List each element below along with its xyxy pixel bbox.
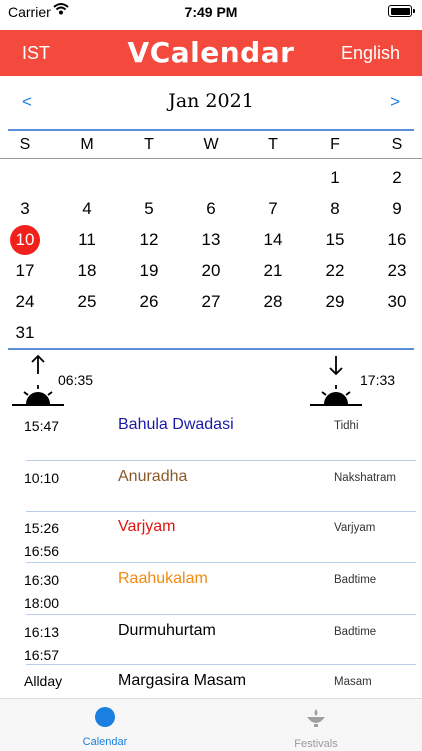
divider [0, 158, 422, 159]
divider [26, 460, 416, 461]
calendar-day[interactable]: 9 [377, 195, 417, 223]
calendar-day[interactable]: 11 [67, 226, 107, 254]
tab-label: Festivals [294, 738, 338, 750]
app-header: IST VCalendar English [0, 30, 422, 76]
event-name: Bahula Dwadasi [118, 416, 234, 433]
event-name: Varjyam [118, 518, 176, 535]
calendar-tab-icon [95, 707, 115, 727]
weekday-label: T [268, 136, 278, 153]
event-type: Masam [334, 676, 372, 688]
event-time-start: 16:13 [24, 624, 60, 640]
weekday-label: S [19, 136, 31, 153]
calendar-day[interactable]: 18 [67, 257, 107, 285]
event-type: Badtime [334, 574, 377, 586]
month-navigator: < Jan 2021 > [0, 88, 422, 118]
calendar-day[interactable]: 31 [5, 319, 45, 347]
battery-icon [388, 5, 415, 17]
event-type: Nakshatram [334, 472, 396, 484]
event-type: Varjyam [334, 522, 376, 534]
calendar-day-today[interactable]: 10 [5, 225, 45, 255]
list-item[interactable]: 16:13 16:57 Durmuhurtam Badtime [0, 622, 422, 668]
tab-calendar[interactable]: Calendar [45, 707, 165, 748]
calendar-day[interactable]: 14 [253, 226, 293, 254]
sunrise-icon [12, 352, 64, 413]
tab-label: Calendar [82, 736, 128, 748]
sun-times: 06:35 17:33 [0, 350, 422, 410]
list-item[interactable]: 10:10 Anuradha Nakshatram [0, 468, 422, 514]
calendar-day[interactable]: 30 [377, 288, 417, 316]
calendar-day[interactable]: 24 [5, 288, 45, 316]
weekday-label: F [330, 136, 340, 153]
event-time: 15:47 [24, 418, 60, 434]
tab-bar: Calendar Festivals [0, 698, 422, 751]
calendar-day[interactable]: 1 [315, 164, 355, 192]
divider [26, 511, 416, 512]
event-time-end: 18:00 [24, 595, 60, 611]
calendar-day[interactable]: 17 [5, 257, 45, 285]
calendar-day[interactable]: 8 [315, 195, 355, 223]
list-item[interactable]: 15:47 Bahula Dwadasi Tidhi [0, 416, 422, 462]
weekday-label: S [391, 136, 403, 153]
calendar-day[interactable]: 15 [315, 226, 355, 254]
calendar-day[interactable]: 3 [5, 195, 45, 223]
calendar-day[interactable]: 19 [129, 257, 169, 285]
calendar-day[interactable]: 25 [67, 288, 107, 316]
event-time-start: 16:30 [24, 572, 60, 588]
event-name: Margasira Masam [118, 672, 247, 689]
calendar-day[interactable]: 27 [191, 288, 231, 316]
list-item[interactable]: 15:26 16:56 Varjyam Varjyam [0, 518, 422, 564]
weekday-header: S M T W T F S [0, 134, 422, 158]
weekday-label: T [144, 136, 154, 153]
calendar-day[interactable]: 12 [129, 226, 169, 254]
event-time-end: 16:56 [24, 543, 60, 559]
calendar-day[interactable]: 29 [315, 288, 355, 316]
calendar-day[interactable]: 7 [253, 195, 293, 223]
calendar-day[interactable]: 21 [253, 257, 293, 285]
month-label: Jan 2021 [168, 90, 254, 112]
event-time-end: 16:57 [24, 647, 60, 663]
weekday-label: W [203, 136, 219, 153]
divider [26, 664, 416, 665]
calendar-day[interactable]: 26 [129, 288, 169, 316]
status-bar: Carrier 7:49 PM [0, 0, 422, 26]
sunset-time: 17:33 [360, 372, 396, 388]
next-month-button[interactable]: > [390, 92, 400, 112]
calendar-day[interactable]: 22 [315, 257, 355, 285]
divider [26, 614, 416, 615]
event-time: 10:10 [24, 470, 60, 486]
event-type: Tidhi [334, 420, 359, 432]
calendar-day[interactable]: 16 [377, 226, 417, 254]
calendar-day[interactable]: 2 [377, 164, 417, 192]
tab-festivals[interactable]: Festivals [256, 707, 376, 750]
clock: 7:49 PM [184, 4, 238, 20]
event-name: Raahukalam [118, 570, 208, 587]
lamp-icon [304, 709, 328, 733]
event-name: Durmuhurtam [118, 622, 216, 639]
sunset-icon [310, 352, 362, 413]
weekday-label: M [80, 136, 94, 153]
language-button[interactable]: English [341, 43, 400, 64]
event-time-start: 15:26 [24, 520, 60, 536]
list-item[interactable]: 16:30 18:00 Raahukalam Badtime [0, 570, 422, 616]
calendar-day[interactable]: 13 [191, 226, 231, 254]
calendar-day[interactable]: 4 [67, 195, 107, 223]
calendar-day[interactable]: 28 [253, 288, 293, 316]
event-type: Badtime [334, 626, 377, 638]
calendar-day[interactable]: 20 [191, 257, 231, 285]
event-time: Allday [24, 673, 63, 689]
calendar-day[interactable]: 23 [377, 257, 417, 285]
sunrise-time: 06:35 [58, 372, 94, 388]
calendar-day[interactable]: 6 [191, 195, 231, 223]
divider [26, 562, 416, 563]
event-name: Anuradha [118, 468, 188, 485]
calendar-day[interactable]: 5 [129, 195, 169, 223]
divider [8, 129, 414, 131]
